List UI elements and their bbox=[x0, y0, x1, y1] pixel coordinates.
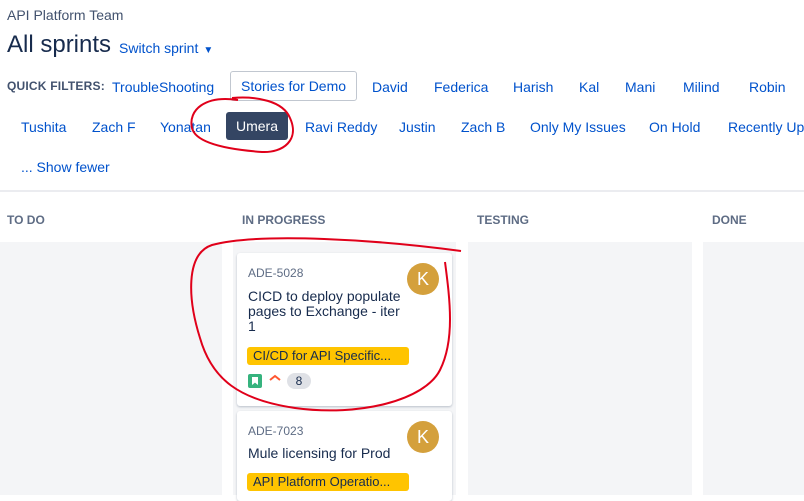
story-icon bbox=[248, 374, 262, 388]
assignee-avatar[interactable]: K bbox=[407, 263, 439, 295]
filter-federica[interactable]: Federica bbox=[434, 79, 488, 95]
filter-umera-selected[interactable]: Umera bbox=[226, 112, 289, 140]
column-header-in-progress: IN PROGRESS bbox=[242, 213, 326, 227]
filter-justin[interactable]: Justin bbox=[399, 119, 436, 135]
issue-summary: Mule licensing for Prod bbox=[248, 445, 391, 461]
filter-kal[interactable]: Kal bbox=[579, 79, 599, 95]
quick-filters-label: QUICK FILTERS: bbox=[7, 79, 105, 93]
issue-summary: CICD to deploy populate pages to Exchang… bbox=[248, 288, 401, 334]
epic-label: API Platform Operatio... bbox=[247, 473, 409, 491]
page-title: All sprints bbox=[7, 31, 112, 58]
switch-sprint-button[interactable]: Switch sprint ▼ bbox=[119, 40, 213, 56]
column-header-todo: TO DO bbox=[7, 213, 45, 227]
chevron-down-icon: ▼ bbox=[203, 45, 214, 56]
column-header-testing: TESTING bbox=[477, 213, 530, 227]
column-done[interactable] bbox=[703, 242, 804, 495]
issue-key[interactable]: ADE-7023 bbox=[248, 424, 303, 438]
board-divider bbox=[0, 190, 804, 192]
assignee-avatar[interactable]: K bbox=[407, 421, 439, 453]
filter-tushita[interactable]: Tushita bbox=[21, 119, 66, 135]
filter-milind[interactable]: Milind bbox=[683, 79, 720, 95]
filter-robin[interactable]: Robin bbox=[749, 79, 786, 95]
issue-card[interactable]: ADE-7023 K Mule licensing for Prod API P… bbox=[237, 411, 452, 501]
filter-zach-b[interactable]: Zach B bbox=[461, 119, 505, 135]
column-todo[interactable] bbox=[0, 242, 222, 495]
issue-card[interactable]: ADE-5028 K CICD to deploy populate pages… bbox=[237, 253, 452, 406]
story-points-badge: 8 bbox=[287, 373, 311, 389]
filter-yonatan[interactable]: Yonatan bbox=[160, 119, 211, 135]
filter-zach-f[interactable]: Zach F bbox=[92, 119, 136, 135]
filter-harish[interactable]: Harish bbox=[513, 79, 553, 95]
filter-only-my-issues[interactable]: Only My Issues bbox=[530, 119, 626, 135]
issue-key[interactable]: ADE-5028 bbox=[248, 266, 303, 280]
filter-troubleshooting[interactable]: TroubleShooting bbox=[112, 79, 214, 95]
filter-mani[interactable]: Mani bbox=[625, 79, 655, 95]
switch-sprint-label: Switch sprint bbox=[119, 40, 199, 56]
column-testing[interactable] bbox=[468, 242, 692, 495]
epic-label: CI/CD for API Specific... bbox=[247, 347, 409, 365]
filter-stories-for-demo[interactable]: Stories for Demo bbox=[230, 71, 358, 101]
priority-high-icon bbox=[268, 371, 282, 388]
filter-david[interactable]: David bbox=[372, 79, 408, 95]
filter-on-hold[interactable]: On Hold bbox=[649, 119, 700, 135]
filter-recently-updated[interactable]: Recently Upd bbox=[728, 119, 804, 135]
team-name[interactable]: API Platform Team bbox=[7, 7, 123, 23]
show-fewer-link[interactable]: ... Show fewer bbox=[21, 159, 110, 175]
filter-ravi-reddy[interactable]: Ravi Reddy bbox=[305, 119, 377, 135]
column-header-done: DONE bbox=[712, 213, 747, 227]
